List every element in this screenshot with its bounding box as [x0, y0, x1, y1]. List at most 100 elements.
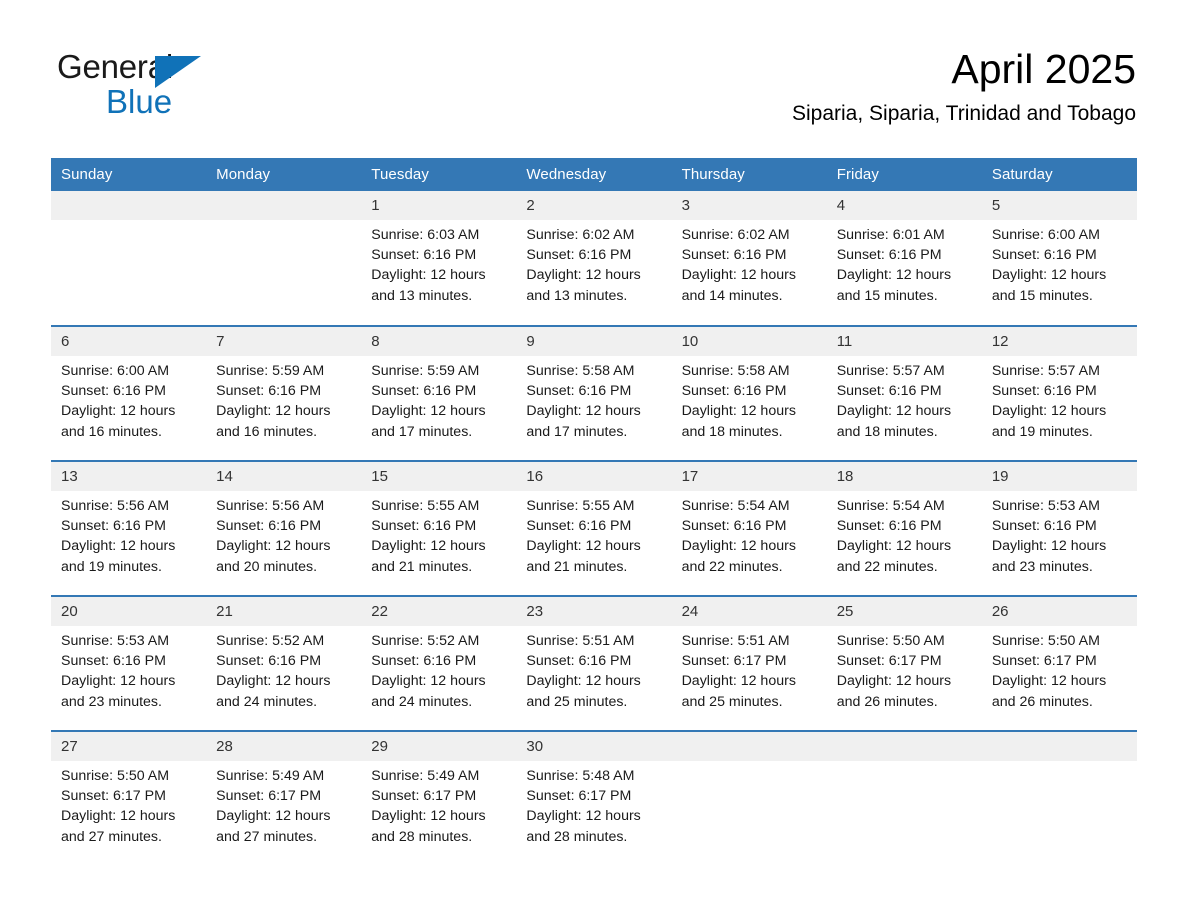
sunrise-text: Sunrise: 5:58 AM — [681, 363, 790, 379]
day-details: Sunrise: 5:54 AM Sunset: 6:16 PM Daylight:… — [672, 491, 827, 577]
calendar-day-cell[interactable]: 21 Sunrise: 5:52 AM Sunset: 6:16 PM Dayligh… — [206, 595, 362, 731]
calendar-day-cell — [981, 730, 1137, 866]
day-cell-content: 16 Sunrise: 5:55 AM Sunset: 6:16 PM Dayligh… — [516, 462, 672, 595]
day-details: Sunrise: 5:55 AM Sunset: 6:16 PM Daylight:… — [516, 491, 671, 577]
sunset-text: Sunset: 6:16 PM — [61, 518, 166, 535]
sunrise-text: Sunrise: 5:57 AM — [836, 363, 945, 379]
calendar-day-cell[interactable]: 8 Sunrise: 5:59 AM Sunset: 6:16 PM Daylight… — [361, 325, 517, 461]
daylight-text: Daylight: 12 hours and 17 minutes. — [371, 403, 486, 440]
calendar-day-cell[interactable]: 15 Sunrise: 5:55 AM Sunset: 6:16 PM Dayligh… — [361, 460, 517, 596]
calendar-day-cell[interactable]: 26 Sunrise: 5:50 AM Sunset: 6:17 PM Dayligh… — [981, 595, 1137, 731]
sunrise-text: Sunrise: 5:49 AM — [371, 768, 480, 784]
calendar-day-cell[interactable]: 18 Sunrise: 5:54 AM Sunset: 6:16 PM Dayligh… — [826, 460, 982, 596]
calendar-day-cell[interactable]: 7 Sunrise: 5:59 AM Sunset: 6:16 PM Daylight… — [206, 325, 362, 461]
daylight-text: Daylight: 12 hours and 15 minutes. — [991, 267, 1107, 304]
daylight-text: Daylight: 12 hours and 21 minutes. — [526, 538, 641, 575]
sunrise-text: Sunrise: 6:02 AM — [681, 227, 790, 243]
day-details: Sunrise: 5:52 AM Sunset: 6:16 PM Daylight:… — [206, 626, 361, 712]
day-number: 13 — [51, 462, 207, 491]
day-details: Sunrise: 5:55 AM Sunset: 6:16 PM Daylight:… — [361, 491, 516, 577]
page-header: General Blue April 2025 Siparia, Siparia… — [0, 0, 1188, 158]
daylight-text: Daylight: 12 hours and 14 minutes. — [681, 267, 796, 304]
calendar-day-cell[interactable]: 20 Sunrise: 5:53 AM Sunset: 6:16 PM Dayligh… — [51, 595, 207, 731]
calendar-day-cell[interactable]: 1 Sunrise: 6:03 AM Sunset: 6:16 PM Daylight… — [361, 191, 517, 326]
calendar-day-cell[interactable]: 14 Sunrise: 5:56 AM Sunset: 6:16 PM Dayligh… — [206, 460, 362, 596]
calendar-day-cell[interactable]: 12 Sunrise: 5:57 AM Sunset: 6:16 PM Dayligh… — [981, 325, 1137, 461]
day-details: Sunrise: 6:02 AM Sunset: 6:16 PM Daylight:… — [516, 220, 671, 306]
calendar-day-cell[interactable]: 19 Sunrise: 5:53 AM Sunset: 6:16 PM Dayligh… — [981, 460, 1137, 596]
calendar-day-cell[interactable]: 30 Sunrise: 5:48 AM Sunset: 6:17 PM Dayligh… — [516, 730, 672, 866]
sunset-text: Sunset: 6:16 PM — [991, 383, 1097, 400]
day-cell-content: 25 Sunrise: 5:50 AM Sunset: 6:17 PM Dayligh… — [826, 597, 982, 730]
page-title: April 2025 — [951, 46, 1136, 92]
calendar-day-cell — [51, 191, 207, 326]
sunset-text: Sunset: 6:16 PM — [526, 518, 632, 535]
calendar-day-cell[interactable]: 2 Sunrise: 6:02 AM Sunset: 6:16 PM Daylight… — [516, 191, 672, 326]
sunset-text: Sunset: 6:17 PM — [836, 653, 942, 670]
calendar-day-cell[interactable]: 11 Sunrise: 5:57 AM Sunset: 6:16 PM Dayligh… — [826, 325, 982, 461]
day-number: 10 — [671, 327, 827, 356]
day-number: 21 — [206, 597, 362, 626]
sunrise-text: Sunrise: 6:00 AM — [61, 363, 170, 379]
day-cell-content: 2 Sunrise: 6:02 AM Sunset: 6:16 PM Daylight… — [516, 191, 672, 325]
day-cell-content — [981, 732, 1137, 866]
calendar-day-cell[interactable]: 22 Sunrise: 5:52 AM Sunset: 6:16 PM Dayligh… — [361, 595, 517, 731]
day-details: Sunrise: 5:50 AM Sunset: 6:17 PM Daylight:… — [827, 626, 982, 712]
sunrise-text: Sunrise: 6:03 AM — [371, 227, 480, 243]
day-cell-content: 15 Sunrise: 5:55 AM Sunset: 6:16 PM Dayligh… — [361, 462, 517, 595]
daylight-text: Daylight: 12 hours and 28 minutes. — [526, 808, 641, 845]
daylight-text: Daylight: 12 hours and 25 minutes. — [681, 673, 796, 710]
day-number: 7 — [206, 327, 362, 356]
daylight-text: Daylight: 12 hours and 27 minutes. — [61, 808, 176, 845]
day-cell-content: 8 Sunrise: 5:59 AM Sunset: 6:16 PM Daylight… — [361, 327, 517, 460]
day-details: Sunrise: 5:50 AM Sunset: 6:17 PM Daylight:… — [51, 761, 206, 847]
day-number: 2 — [516, 191, 672, 220]
calendar-day-cell[interactable]: 13 Sunrise: 5:56 AM Sunset: 6:16 PM Dayligh… — [51, 460, 207, 596]
calendar-day-cell[interactable]: 10 Sunrise: 5:58 AM Sunset: 6:16 PM Dayligh… — [671, 325, 827, 461]
day-details: Sunrise: 5:51 AM Sunset: 6:17 PM Daylight:… — [672, 626, 827, 712]
day-cell-content: 10 Sunrise: 5:58 AM Sunset: 6:16 PM Dayligh… — [671, 327, 827, 460]
sunset-text: Sunset: 6:16 PM — [61, 383, 166, 400]
day-number: 18 — [826, 462, 982, 491]
calendar-day-cell[interactable]: 17 Sunrise: 5:54 AM Sunset: 6:16 PM Dayligh… — [671, 460, 827, 596]
day-number: 5 — [981, 191, 1137, 220]
calendar-day-cell[interactable]: 29 Sunrise: 5:49 AM Sunset: 6:17 PM Dayligh… — [361, 730, 517, 866]
day-cell-content: 1 Sunrise: 6:03 AM Sunset: 6:16 PM Daylight… — [361, 191, 517, 325]
calendar-day-cell — [826, 730, 982, 866]
general-blue-logo: General Blue — [57, 48, 317, 128]
daylight-text: Daylight: 12 hours and 23 minutes. — [61, 673, 176, 710]
sunset-text: Sunset: 6:17 PM — [371, 788, 477, 805]
calendar-day-cell[interactable]: 3 Sunrise: 6:02 AM Sunset: 6:16 PM Daylight… — [671, 191, 827, 326]
calendar-day-cell[interactable]: 28 Sunrise: 5:49 AM Sunset: 6:17 PM Dayligh… — [206, 730, 362, 866]
day-number — [826, 732, 982, 761]
sunset-text: Sunset: 6:16 PM — [371, 518, 477, 535]
sunset-text: Sunset: 6:16 PM — [991, 247, 1097, 264]
calendar-day-cell[interactable]: 4 Sunrise: 6:01 AM Sunset: 6:16 PM Daylight… — [826, 191, 982, 326]
calendar-day-cell[interactable]: 24 Sunrise: 5:51 AM Sunset: 6:17 PM Dayligh… — [671, 595, 827, 731]
sunrise-text: Sunrise: 5:57 AM — [991, 363, 1100, 379]
sunset-text: Sunset: 6:16 PM — [371, 653, 477, 670]
calendar-day-cell[interactable]: 6 Sunrise: 6:00 AM Sunset: 6:16 PM Daylight… — [51, 325, 207, 461]
calendar-day-cell[interactable]: 23 Sunrise: 5:51 AM Sunset: 6:16 PM Dayligh… — [516, 595, 672, 731]
sunrise-text: Sunrise: 5:48 AM — [526, 768, 635, 784]
sunset-text: Sunset: 6:16 PM — [526, 247, 632, 264]
day-number: 19 — [981, 462, 1137, 491]
day-number: 15 — [361, 462, 517, 491]
calendar-day-cell[interactable]: 27 Sunrise: 5:50 AM Sunset: 6:17 PM Dayligh… — [51, 730, 207, 866]
sunrise-text: Sunrise: 5:50 AM — [61, 768, 170, 784]
day-number: 27 — [51, 732, 207, 761]
daylight-text: Daylight: 12 hours and 25 minutes. — [526, 673, 641, 710]
calendar-day-cell[interactable]: 5 Sunrise: 6:00 AM Sunset: 6:16 PM Daylight… — [981, 191, 1137, 326]
sunrise-text: Sunrise: 5:59 AM — [371, 363, 480, 379]
calendar-day-cell[interactable]: 25 Sunrise: 5:50 AM Sunset: 6:17 PM Dayligh… — [826, 595, 982, 731]
calendar-day-cell[interactable]: 16 Sunrise: 5:55 AM Sunset: 6:16 PM Dayligh… — [516, 460, 672, 596]
weekday-header-wednesday: Wednesday — [516, 158, 672, 191]
sunset-text: Sunset: 6:17 PM — [61, 788, 166, 805]
sunrise-text: Sunrise: 5:49 AM — [216, 768, 325, 784]
daylight-text: Daylight: 12 hours and 15 minutes. — [836, 267, 952, 304]
calendar-week-row: 27 Sunrise: 5:50 AM Sunset: 6:17 PM Dayligh… — [51, 730, 1137, 866]
sunrise-text: Sunrise: 5:58 AM — [526, 363, 635, 379]
day-details: Sunrise: 5:57 AM Sunset: 6:16 PM Daylight:… — [982, 356, 1137, 442]
day-details: Sunrise: 5:56 AM Sunset: 6:16 PM Daylight:… — [51, 491, 206, 577]
calendar-day-cell[interactable]: 9 Sunrise: 5:58 AM Sunset: 6:16 PM Daylight… — [516, 325, 672, 461]
